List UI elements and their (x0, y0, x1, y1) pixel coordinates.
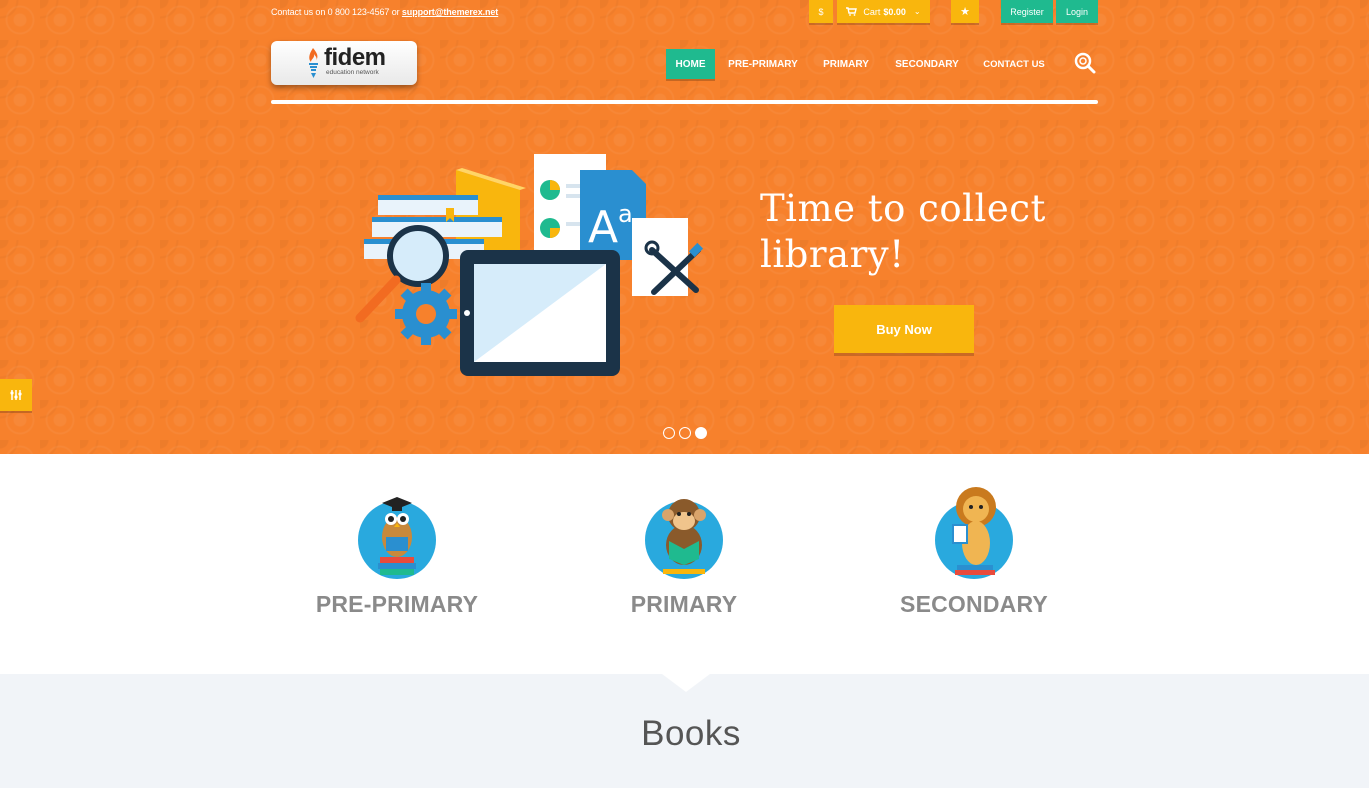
logo-tagline: education network (326, 69, 379, 76)
cart-icon (846, 7, 858, 16)
slider-pagination (663, 427, 707, 439)
books-title: Books (641, 714, 741, 753)
nav-home[interactable]: HOME (666, 49, 715, 79)
currency-label: $ (818, 6, 824, 17)
sliders-icon (10, 390, 22, 400)
slide-title-line1: Time to collect (760, 187, 1046, 230)
lion-reading-icon (952, 487, 996, 575)
register-label: Register (1010, 6, 1044, 17)
nav-pre-primary[interactable]: PRE-PRIMARY (723, 49, 803, 79)
cart-button[interactable]: Cart $0.00 ⌄ (837, 0, 930, 23)
star-icon: ★ (960, 6, 970, 18)
category-label: PRE-PRIMARY (315, 591, 479, 617)
section-notch (662, 674, 710, 692)
category-pre-primary[interactable]: PRE-PRIMARY (297, 478, 497, 618)
flame-logo-icon (309, 48, 318, 78)
svg-text:A: A (588, 202, 618, 253)
category-primary[interactable]: PRIMARY (584, 478, 784, 618)
hero-slider: Contact us on 0 800 123-4567 or support@… (0, 0, 1369, 454)
nav-divider (271, 100, 1098, 104)
buy-now-button[interactable]: Buy Now (834, 305, 974, 353)
nav-primary[interactable]: PRIMARY (816, 49, 876, 79)
category-circle (935, 487, 1013, 579)
contact-info: Contact us on 0 800 123-4567 or support@… (271, 7, 498, 17)
slider-dot[interactable] (663, 427, 675, 439)
category-secondary[interactable]: SECONDARY (874, 478, 1074, 618)
slide-title: Time to collect library! (760, 186, 1090, 278)
currency-button[interactable]: $ (809, 0, 833, 23)
logo-name: fidem (324, 44, 386, 71)
support-email-link[interactable]: support@themerex.net (402, 7, 498, 17)
nav-secondary-label: SECONDARY (895, 58, 959, 70)
slide-title-line2: library! (760, 233, 905, 276)
search-icon[interactable] (1074, 52, 1096, 74)
nav-contact-us[interactable]: CONTACT US (980, 49, 1048, 79)
nav-contact-label: CONTACT US (983, 58, 1045, 70)
category-circle (645, 499, 723, 579)
wishlist-button[interactable]: ★ (951, 0, 979, 23)
library-illustration: A a (355, 154, 704, 376)
login-button[interactable]: Login (1056, 0, 1098, 23)
chevron-down-icon: ⌄ (913, 7, 921, 16)
cart-total: $0.00 (883, 6, 906, 17)
nav-pre-primary-label: PRE-PRIMARY (728, 58, 798, 70)
svg-text:a: a (618, 200, 633, 228)
site-logo[interactable]: fidem education network (271, 41, 417, 85)
slider-dot-active[interactable] (695, 427, 707, 439)
owl-graduate-icon (378, 497, 416, 575)
category-label: SECONDARY (900, 591, 1048, 617)
monkey-reading-icon (662, 499, 706, 574)
category-label: PRIMARY (630, 591, 738, 617)
nav-secondary[interactable]: SECONDARY (890, 49, 964, 79)
nav-primary-label: PRIMARY (823, 58, 869, 70)
settings-panel-toggle[interactable] (0, 379, 32, 411)
category-circle (358, 497, 436, 579)
cart-label: Cart (863, 6, 881, 17)
login-label: Login (1065, 6, 1089, 17)
register-button[interactable]: Register (1001, 0, 1053, 23)
nav-home-label: HOME (675, 58, 706, 70)
slider-dot[interactable] (679, 427, 691, 439)
contact-text: Contact us on 0 800 123-4567 or (271, 7, 400, 17)
buy-now-label: Buy Now (876, 321, 932, 337)
